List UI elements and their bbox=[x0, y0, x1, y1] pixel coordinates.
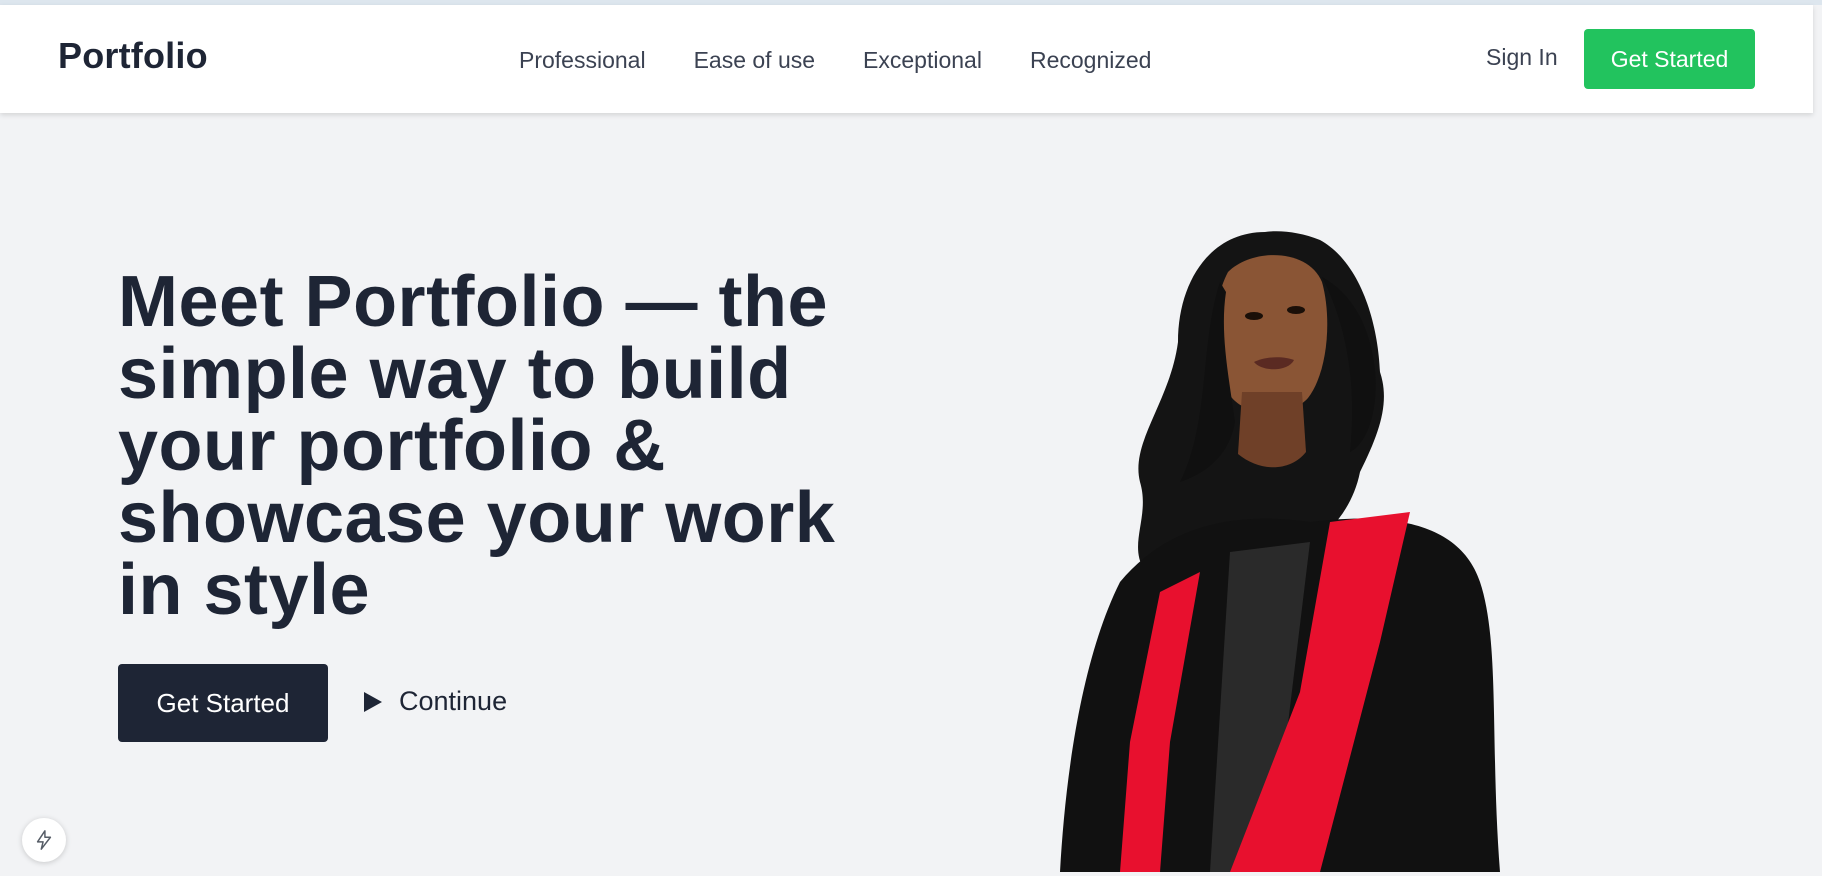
bolt-badge[interactable] bbox=[22, 818, 66, 862]
play-icon bbox=[364, 691, 382, 712]
sign-in-link[interactable]: Sign In bbox=[1486, 44, 1558, 71]
continue-label: Continue bbox=[399, 686, 508, 716]
nav-link-recognized[interactable]: Recognized bbox=[1030, 47, 1151, 74]
graduate-photo bbox=[1060, 231, 1500, 872]
nav-link-ease-of-use[interactable]: Ease of use bbox=[694, 47, 815, 74]
logo[interactable]: Portfolio bbox=[58, 35, 208, 77]
continue-link[interactable]: Continue bbox=[364, 686, 507, 717]
bolt-icon bbox=[36, 830, 52, 850]
nav-get-started-button[interactable]: Get Started bbox=[1584, 29, 1755, 89]
nav-links: Professional Ease of use Exceptional Rec… bbox=[519, 47, 1199, 74]
nav-link-exceptional[interactable]: Exceptional bbox=[863, 47, 982, 74]
hero-get-started-button[interactable]: Get Started bbox=[118, 664, 328, 742]
hero-title: Meet Portfolio — the simple way to build… bbox=[118, 262, 836, 630]
navbar: Portfolio Professional Ease of use Excep… bbox=[0, 5, 1813, 113]
nav-link-professional[interactable]: Professional bbox=[519, 47, 646, 74]
